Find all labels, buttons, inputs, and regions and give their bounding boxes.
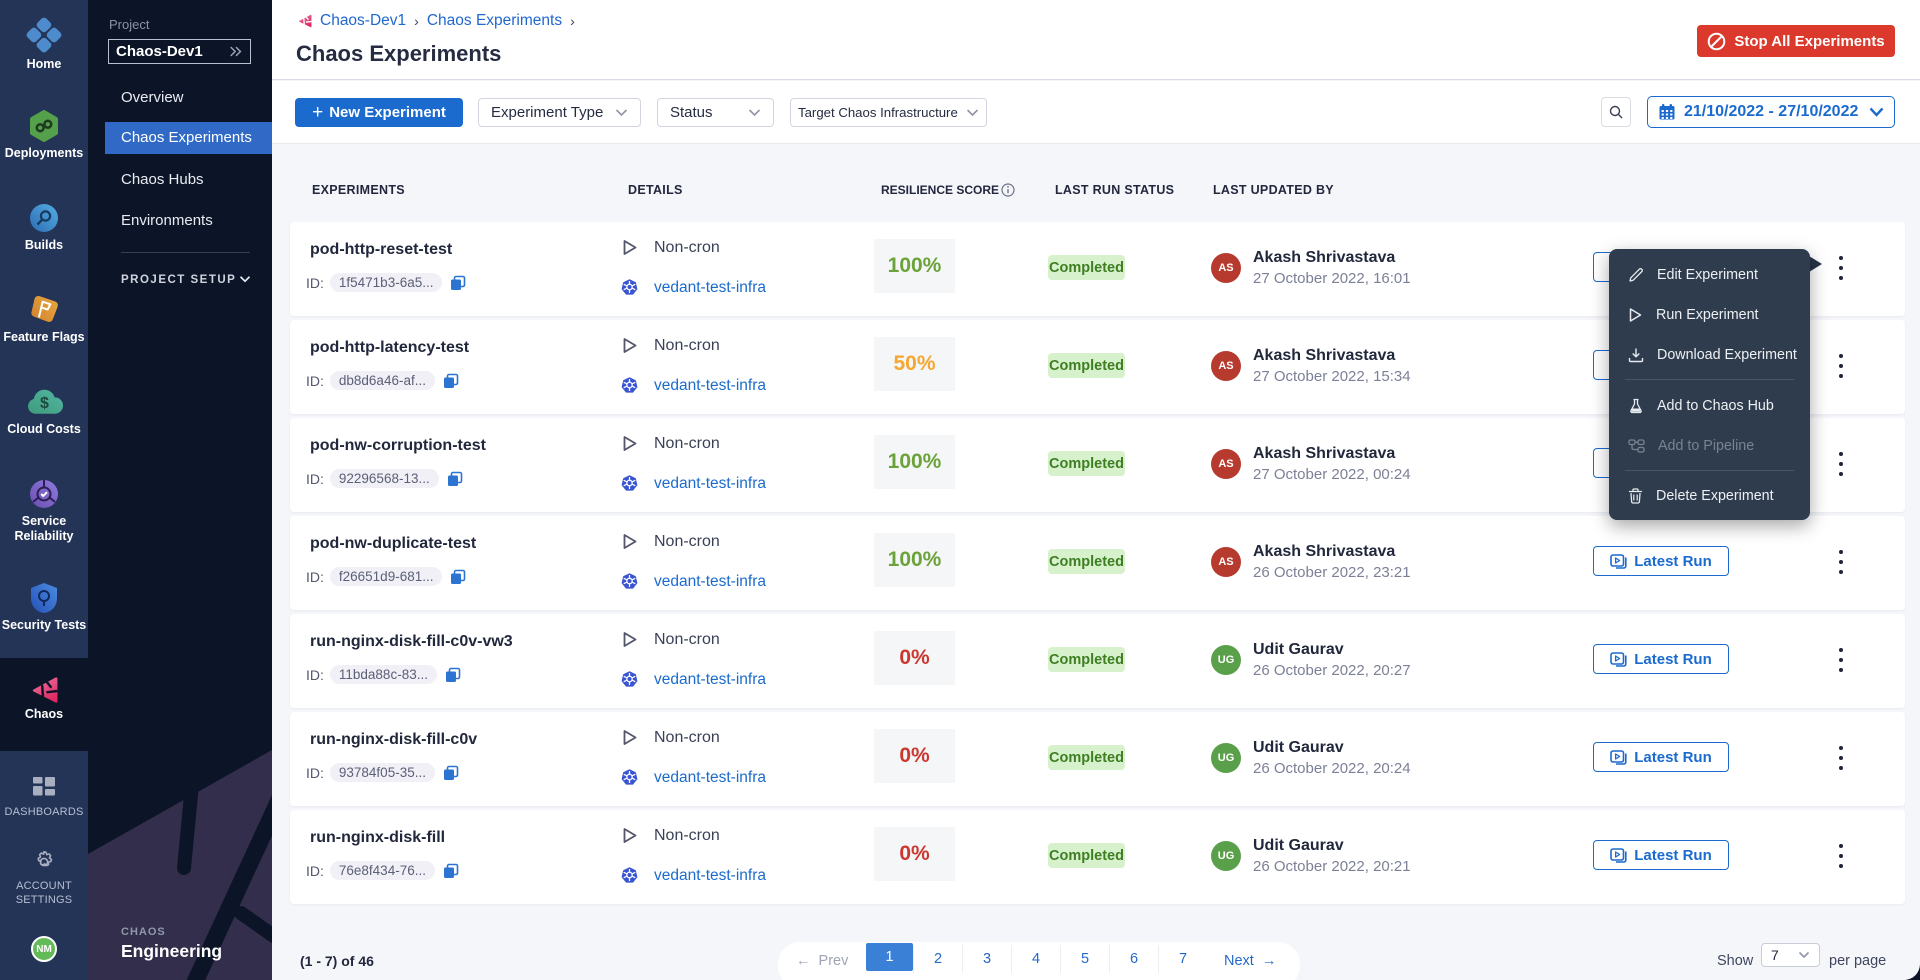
svg-text:$: $ (40, 395, 49, 412)
